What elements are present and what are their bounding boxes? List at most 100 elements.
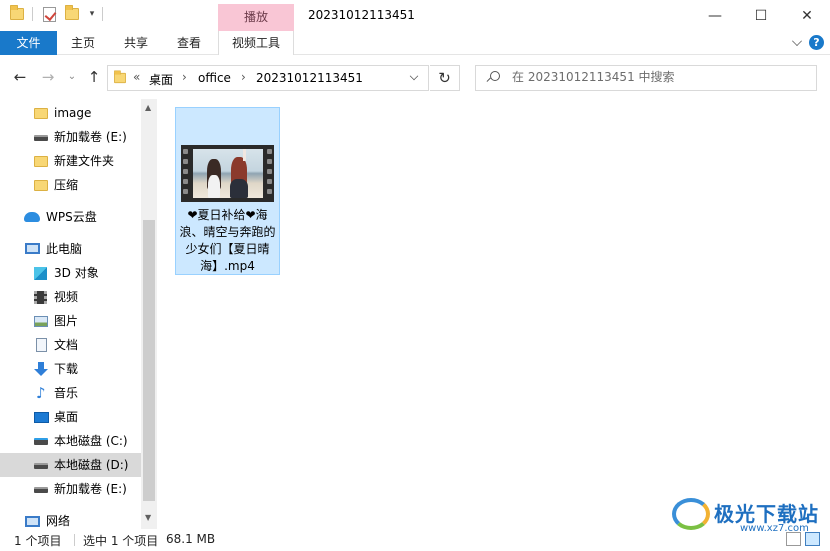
sidebar-item-drive-d[interactable]: 本地磁盘 (D:) xyxy=(0,453,141,477)
sidebar-item-label: 3D 对象 xyxy=(54,266,99,280)
cube-icon xyxy=(34,267,47,280)
overflow-chevron[interactable]: « xyxy=(133,70,140,84)
new-folder-icon[interactable] xyxy=(64,5,80,22)
file-name: ❤夏日补给❤海浪、晴空与奔跑的少女们【夏日晴海】.mp4 xyxy=(179,208,276,273)
folder-icon[interactable] xyxy=(9,5,25,22)
sidebar-item-drive-e[interactable]: 新加载卷 (E:) xyxy=(0,125,141,149)
sidebar-item-desktop[interactable]: 桌面 xyxy=(0,405,141,429)
sidebar-item-new-folder[interactable]: 新建文件夹 xyxy=(0,149,141,173)
breadcrumb-separator[interactable]: › xyxy=(182,70,187,84)
tab-home[interactable]: 主页 xyxy=(57,31,109,55)
sidebar-item-label: 网络 xyxy=(46,514,71,528)
folder-icon xyxy=(34,180,48,191)
sidebar-item-label: 新加载卷 (E:) xyxy=(54,482,127,496)
separator xyxy=(32,7,33,21)
thumbnail-image xyxy=(193,149,263,198)
sidebar-item-label: 视频 xyxy=(54,290,79,304)
sidebar-item-label: 压缩 xyxy=(54,178,79,192)
sidebar-item-label: 新加载卷 (E:) xyxy=(54,130,127,144)
separator xyxy=(102,7,103,21)
sidebar-item-network[interactable]: 网络 xyxy=(0,509,141,529)
desktop-icon xyxy=(34,412,49,423)
tab-file[interactable]: 文件 xyxy=(0,31,57,55)
large-icons-view-icon[interactable] xyxy=(805,532,820,546)
sidebar-item-label: 本地磁盘 (C:) xyxy=(54,434,128,448)
navigation-pane: image 新加载卷 (E:) 新建文件夹 压缩 WPS云盘 此电脑 3D 对象… xyxy=(0,99,157,529)
sidebar-scrollbar[interactable]: ▲ ▼ xyxy=(141,99,157,529)
tab-share[interactable]: 共享 xyxy=(109,31,163,55)
video-icon xyxy=(34,291,47,304)
maximize-button[interactable]: ☐ xyxy=(738,0,784,31)
sidebar-item-this-pc[interactable]: 此电脑 xyxy=(0,237,141,261)
close-button[interactable]: ✕ xyxy=(784,0,830,31)
help-icon[interactable]: ? xyxy=(809,35,824,50)
selected-size: 68.1 MB xyxy=(166,532,216,546)
search-input[interactable] xyxy=(512,70,802,84)
refresh-button[interactable]: ↻ xyxy=(430,65,460,91)
folder-icon xyxy=(34,108,48,119)
system-drive-icon xyxy=(34,438,48,445)
drive-icon xyxy=(34,135,48,141)
sidebar-item-label: 下载 xyxy=(54,362,79,376)
sidebar-item-label: image xyxy=(54,106,92,120)
forward-button[interactable]: → xyxy=(38,67,58,87)
sidebar-item-label: 新建文件夹 xyxy=(54,154,115,168)
sidebar-item-videos[interactable]: 视频 xyxy=(0,285,141,309)
scroll-down-icon[interactable]: ▼ xyxy=(145,513,151,522)
sidebar-item-drive-c[interactable]: 本地磁盘 (C:) xyxy=(0,429,141,453)
sidebar-item-label: WPS云盘 xyxy=(46,210,97,224)
sidebar-item-music[interactable]: ♪ 音乐 xyxy=(0,381,141,405)
folder-icon xyxy=(114,70,126,84)
window-title: 20231012113451 xyxy=(308,8,415,22)
download-icon xyxy=(34,362,48,376)
sidebar-item-documents[interactable]: 文档 xyxy=(0,333,141,357)
network-icon xyxy=(25,516,40,527)
sidebar-item-label: 桌面 xyxy=(54,410,79,424)
selected-count: 选中 1 个项目 xyxy=(83,534,159,548)
breadcrumb-separator[interactable]: › xyxy=(241,70,246,84)
sidebar-item-label: 图片 xyxy=(54,314,79,328)
search-box[interactable] xyxy=(475,65,817,91)
cloud-icon xyxy=(24,212,40,222)
sidebar-item-wps-cloud[interactable]: WPS云盘 xyxy=(0,205,141,229)
sidebar-item-3d-objects[interactable]: 3D 对象 xyxy=(0,261,141,285)
breadcrumb-current[interactable]: 20231012113451 xyxy=(256,71,363,85)
recent-locations-button[interactable]: ⌄ xyxy=(62,67,82,87)
details-view-icon[interactable] xyxy=(786,532,801,546)
sidebar-item-pictures[interactable]: 图片 xyxy=(0,309,141,333)
up-button[interactable]: ↑ xyxy=(84,67,104,87)
watermark: 极光下载站 www.xz7.com xyxy=(670,494,830,534)
folder-icon xyxy=(34,156,48,167)
tab-play[interactable]: 播放 xyxy=(218,4,294,31)
video-thumbnail xyxy=(181,145,274,202)
sidebar-item-label: 音乐 xyxy=(54,386,79,400)
computer-icon xyxy=(25,243,40,254)
tab-video-tools[interactable]: 视频工具 xyxy=(218,31,294,55)
breadcrumb-office[interactable]: office xyxy=(198,71,231,85)
tab-view[interactable]: 查看 xyxy=(163,31,215,55)
ribbon-tabs: 文件 主页 共享 查看 视频工具 ? xyxy=(0,31,830,55)
sidebar-item-label: 文档 xyxy=(54,338,79,352)
file-list[interactable]: ❤夏日补给❤海浪、晴空与奔跑的少女们【夏日晴海】.mp4 xyxy=(157,99,830,529)
sidebar-item-label: 本地磁盘 (D:) xyxy=(54,458,129,472)
minimize-button[interactable]: — xyxy=(692,0,738,31)
file-item[interactable]: ❤夏日补给❤海浪、晴空与奔跑的少女们【夏日晴海】.mp4 xyxy=(175,107,280,275)
watermark-logo-icon xyxy=(672,498,710,530)
search-icon xyxy=(487,71,500,83)
scroll-thumb[interactable] xyxy=(143,220,155,501)
address-bar[interactable]: « 桌面 › office › 20231012113451 xyxy=(107,65,429,91)
document-icon xyxy=(36,338,47,352)
customize-toolbar-icon[interactable]: ▾ xyxy=(84,6,100,22)
title-bar: ▾ 播放 20231012113451 — ☐ ✕ xyxy=(0,0,830,31)
sidebar-item-image[interactable]: image xyxy=(0,101,141,125)
breadcrumb-desktop[interactable]: 桌面 xyxy=(149,71,173,88)
properties-icon[interactable] xyxy=(41,6,57,22)
expand-ribbon-icon[interactable] xyxy=(792,36,802,46)
back-button[interactable]: ← xyxy=(10,67,30,87)
scroll-up-icon[interactable]: ▲ xyxy=(145,103,151,112)
separator xyxy=(74,534,75,546)
sidebar-item-compress[interactable]: 压缩 xyxy=(0,173,141,197)
sidebar-item-drive-e-2[interactable]: 新加载卷 (E:) xyxy=(0,477,141,501)
navigation-bar: ← → ⌄ ↑ « 桌面 › office › 20231012113451 ↻ xyxy=(0,55,830,99)
sidebar-item-downloads[interactable]: 下载 xyxy=(0,357,141,381)
